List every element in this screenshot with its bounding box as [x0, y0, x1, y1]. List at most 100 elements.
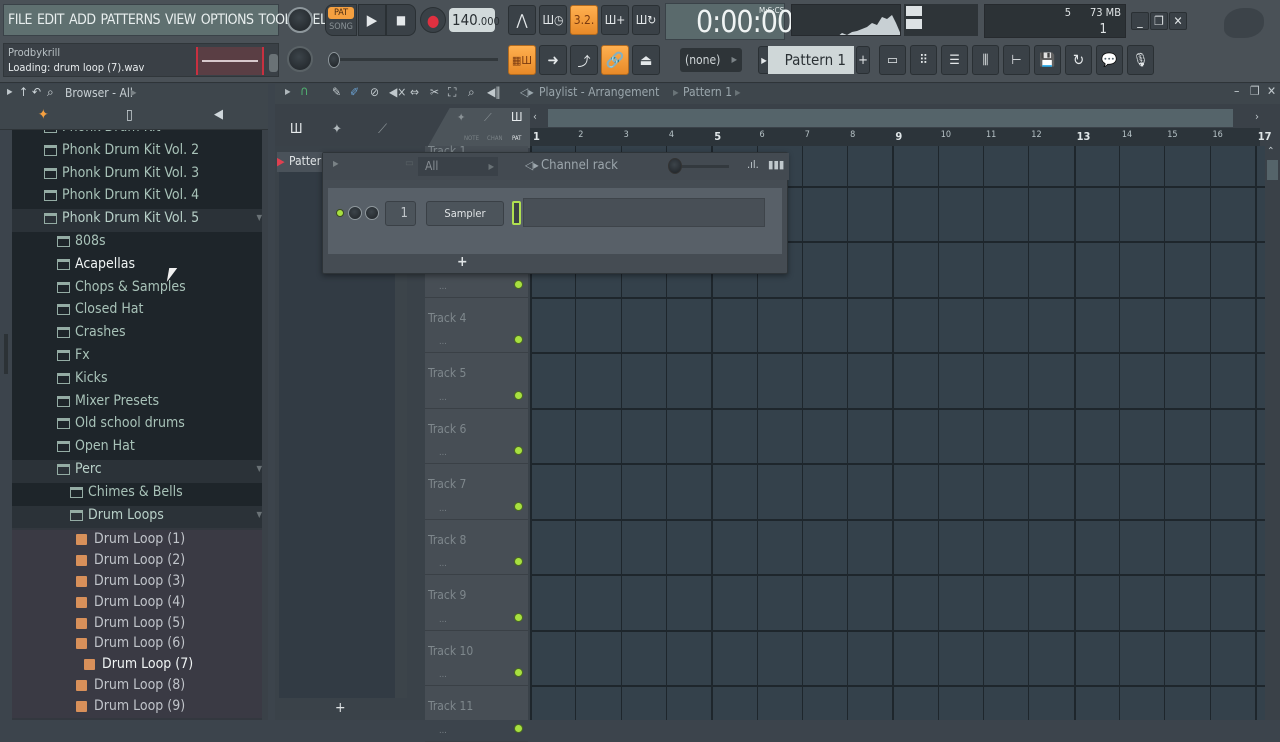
- select-tool-icon[interactable]: ⛶: [448, 85, 456, 100]
- browser-file-item[interactable]: Drum Loop (7): [12, 655, 268, 676]
- audio-clip-icon[interactable]: ✦: [332, 122, 342, 137]
- add-channel-button[interactable]: +: [457, 254, 468, 270]
- wait-for-input-button[interactable]: Ш◷: [539, 5, 567, 35]
- pattern-selector[interactable]: ▶ Pattern 1 +: [758, 46, 878, 74]
- browser-folder-item[interactable]: Crashes: [12, 323, 268, 346]
- timeline-ruler[interactable]: 1 2 3 4 5 6 7 8 9 10 11 12 13 14 15 16 17: [530, 128, 1272, 146]
- channel-volume-knob[interactable]: [365, 206, 379, 220]
- track-options-icon[interactable]: ...: [439, 504, 447, 514]
- menu-view[interactable]: VIEW: [165, 12, 196, 28]
- browser-folder-item[interactable]: Kicks: [12, 368, 268, 392]
- mode-pat-icon[interactable]: Ш: [511, 110, 523, 124]
- track-header[interactable]: Track 11...: [425, 686, 528, 742]
- loop-record-button[interactable]: Ш↻: [632, 5, 660, 35]
- menu-options[interactable]: OPTIONS: [201, 12, 254, 28]
- search-icon[interactable]: ⌕: [47, 85, 54, 100]
- browser-folder-item[interactable]: Perc ▼: [12, 460, 268, 483]
- track-options-icon[interactable]: ...: [439, 559, 447, 569]
- add-pattern-button[interactable]: +: [856, 46, 870, 74]
- typing-keyboard-button[interactable]: ▦Ш: [508, 45, 536, 75]
- piano-icon[interactable]: Ш: [290, 122, 303, 137]
- close-button[interactable]: ✕: [1169, 12, 1187, 30]
- step-edit-button[interactable]: Ш+: [601, 5, 629, 35]
- all-content-icon[interactable]: ✦: [38, 107, 49, 123]
- vertical-scrollbar[interactable]: ⌃: [1265, 146, 1280, 720]
- magnet-icon[interactable]: ∩: [300, 84, 309, 99]
- scroll-left-icon[interactable]: ‹: [533, 110, 537, 123]
- add-pattern-plus-icon[interactable]: +: [335, 700, 346, 716]
- channel-rack-menu-arrow[interactable]: ▶: [333, 159, 339, 168]
- browser-folder-item[interactable]: Closed Hat: [12, 300, 268, 324]
- browser-title-arrow[interactable]: ▶: [131, 88, 137, 97]
- browser-button[interactable]: ⊢: [1003, 45, 1030, 75]
- mixer-button[interactable]: ⫼: [972, 45, 999, 75]
- track-mute-led[interactable]: [514, 335, 523, 344]
- browser-file-item[interactable]: Drum Loop (4): [12, 592, 268, 614]
- browser-file-item[interactable]: Drum Loop (8): [12, 676, 268, 697]
- track-options-icon[interactable]: ...: [439, 393, 447, 403]
- playlist-window-button[interactable]: ▭: [879, 45, 906, 75]
- browser-file-item[interactable]: Drum Loop (5): [12, 613, 268, 635]
- back-icon[interactable]: ↶: [32, 85, 41, 99]
- browser-folder-item[interactable]: Drum Loops ▼: [12, 505, 268, 529]
- browser-scrollbar[interactable]: [262, 130, 268, 720]
- mute-tool-icon[interactable]: ◀×: [389, 85, 406, 99]
- track-mute-led[interactable]: [514, 501, 523, 511]
- browser-file-item[interactable]: Drum Loop (3): [12, 572, 268, 593]
- audio-input-button[interactable]: 🎙: [1127, 45, 1154, 75]
- track-options-icon[interactable]: ...: [439, 726, 447, 736]
- graph-editor-icon[interactable]: .ıl.: [747, 158, 759, 171]
- slip-tool-icon[interactable]: ⇔: [410, 85, 419, 99]
- play-button[interactable]: ▶: [358, 4, 386, 36]
- browser-folder-item[interactable]: Phonk Drum Kit Vol. 2: [12, 140, 268, 164]
- track-options-icon[interactable]: ...: [439, 670, 447, 680]
- delete-tool-icon[interactable]: ⊘: [370, 85, 379, 99]
- browser-folder-item[interactable]: Phonk Drum Kit Vol. 3: [12, 163, 268, 187]
- slice-tool-icon[interactable]: ✂: [430, 85, 439, 99]
- vertical-scroll-thumb[interactable]: [1267, 160, 1278, 180]
- channel-filter-dropdown[interactable]: All ▶: [418, 157, 498, 176]
- track-options-icon[interactable]: ...: [439, 282, 447, 292]
- link-button[interactable]: 🔗: [601, 45, 629, 75]
- swing-knob[interactable]: [668, 158, 682, 174]
- draw-tool-icon[interactable]: ✎: [332, 85, 341, 99]
- playlist-menu-arrow[interactable]: ▶: [285, 87, 291, 96]
- browser-file-item[interactable]: Drum Loop (1): [12, 530, 268, 552]
- browser-collapse-handle[interactable]: [4, 334, 8, 374]
- browser-folder-item[interactable]: Phonk Drum Kit: [12, 130, 268, 141]
- track-options-icon[interactable]: ...: [439, 448, 447, 458]
- track-header[interactable]: Track 7...: [425, 464, 528, 520]
- scroll-thumb[interactable]: [548, 109, 1233, 127]
- snap-selector[interactable]: (none) ▶: [680, 48, 742, 72]
- channel-select-indicator[interactable]: [512, 201, 521, 225]
- track-header[interactable]: Track 6...: [425, 409, 528, 464]
- slide-button[interactable]: ⤴: [570, 45, 598, 75]
- browser-menu-arrow[interactable]: ▶: [7, 87, 13, 96]
- scroll-up-icon[interactable]: ⌃: [1267, 146, 1275, 157]
- track-header[interactable]: Track 10...: [425, 631, 528, 686]
- track-mute-led[interactable]: [514, 612, 523, 622]
- step-edit-arrow-button[interactable]: ➜: [539, 45, 567, 75]
- channel-name-button[interactable]: Sampler: [426, 201, 504, 226]
- mode-audio-icon[interactable]: ✦: [457, 111, 465, 124]
- channel-mixer-track[interactable]: 1: [385, 201, 416, 226]
- channel-mute-led[interactable]: [336, 209, 344, 217]
- channel-rack-button[interactable]: ☰: [941, 45, 968, 75]
- browser-folder-item[interactable]: Fx: [12, 346, 268, 369]
- browser-folder-item[interactable]: Chimes & Bells: [12, 482, 268, 506]
- browser-folder-item[interactable]: Old school drums: [12, 414, 268, 438]
- record-button[interactable]: ●: [420, 7, 446, 33]
- minimize-button[interactable]: _: [1131, 12, 1149, 30]
- maximize-button[interactable]: ❐: [1150, 12, 1168, 30]
- main-pitch-slider[interactable]: [330, 58, 498, 61]
- browser-folder-item[interactable]: Acapellas: [12, 254, 268, 278]
- browser-folder-item[interactable]: Phonk Drum Kit Vol. 5 ▼: [12, 209, 268, 232]
- automation-icon[interactable]: ⟋: [378, 122, 387, 137]
- track-mute-led[interactable]: [514, 668, 523, 677]
- browser-folder-item[interactable]: Phonk Drum Kit Vol. 4: [12, 186, 268, 210]
- volume-slider-icon[interactable]: [269, 54, 278, 72]
- save-button[interactable]: 💾: [1034, 45, 1061, 75]
- mode-auto-icon[interactable]: ⟋: [484, 111, 492, 125]
- master-volume-knob[interactable]: [287, 7, 313, 33]
- playback-tool-icon[interactable]: ◀‖: [487, 85, 501, 99]
